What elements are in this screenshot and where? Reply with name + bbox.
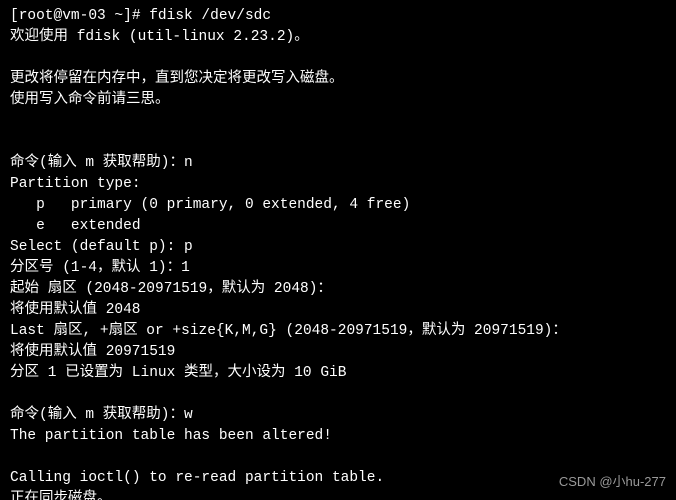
terminal-line: 起始 扇区 (2048-20971519，默认为 2048)： (10, 279, 666, 300)
terminal-line: The partition table has been altered! (10, 426, 666, 447)
terminal-line: p primary (0 primary, 0 extended, 4 free… (10, 195, 666, 216)
terminal-line (10, 384, 666, 405)
terminal-line (10, 132, 666, 153)
terminal-line: 命令(输入 m 获取帮助)：n (10, 153, 666, 174)
terminal-line: 分区 1 已设置为 Linux 类型，大小设为 10 GiB (10, 363, 666, 384)
terminal-line: 使用写入命令前请三思。 (10, 90, 666, 111)
terminal-line (10, 447, 666, 468)
terminal-line: 欢迎使用 fdisk (util-linux 2.23.2)。 (10, 27, 666, 48)
terminal-line: Partition type: (10, 174, 666, 195)
watermark-text: CSDN @小hu-277 (559, 473, 666, 492)
terminal-output[interactable]: [root@vm-03 ~]# fdisk /dev/sdc欢迎使用 fdisk… (0, 0, 676, 500)
terminal-line (10, 48, 666, 69)
terminal-line: Select (default p): p (10, 237, 666, 258)
terminal-line: e extended (10, 216, 666, 237)
terminal-line: 将使用默认值 2048 (10, 300, 666, 321)
terminal-line: 分区号 (1-4，默认 1)：1 (10, 258, 666, 279)
terminal-line: Last 扇区, +扇区 or +size{K,M,G} (2048-20971… (10, 321, 666, 342)
terminal-line: 更改将停留在内存中，直到您决定将更改写入磁盘。 (10, 69, 666, 90)
terminal-line: [root@vm-03 ~]# fdisk /dev/sdc (10, 6, 666, 27)
terminal-line (10, 111, 666, 132)
terminal-line: 将使用默认值 20971519 (10, 342, 666, 363)
terminal-line: 命令(输入 m 获取帮助)：w (10, 405, 666, 426)
